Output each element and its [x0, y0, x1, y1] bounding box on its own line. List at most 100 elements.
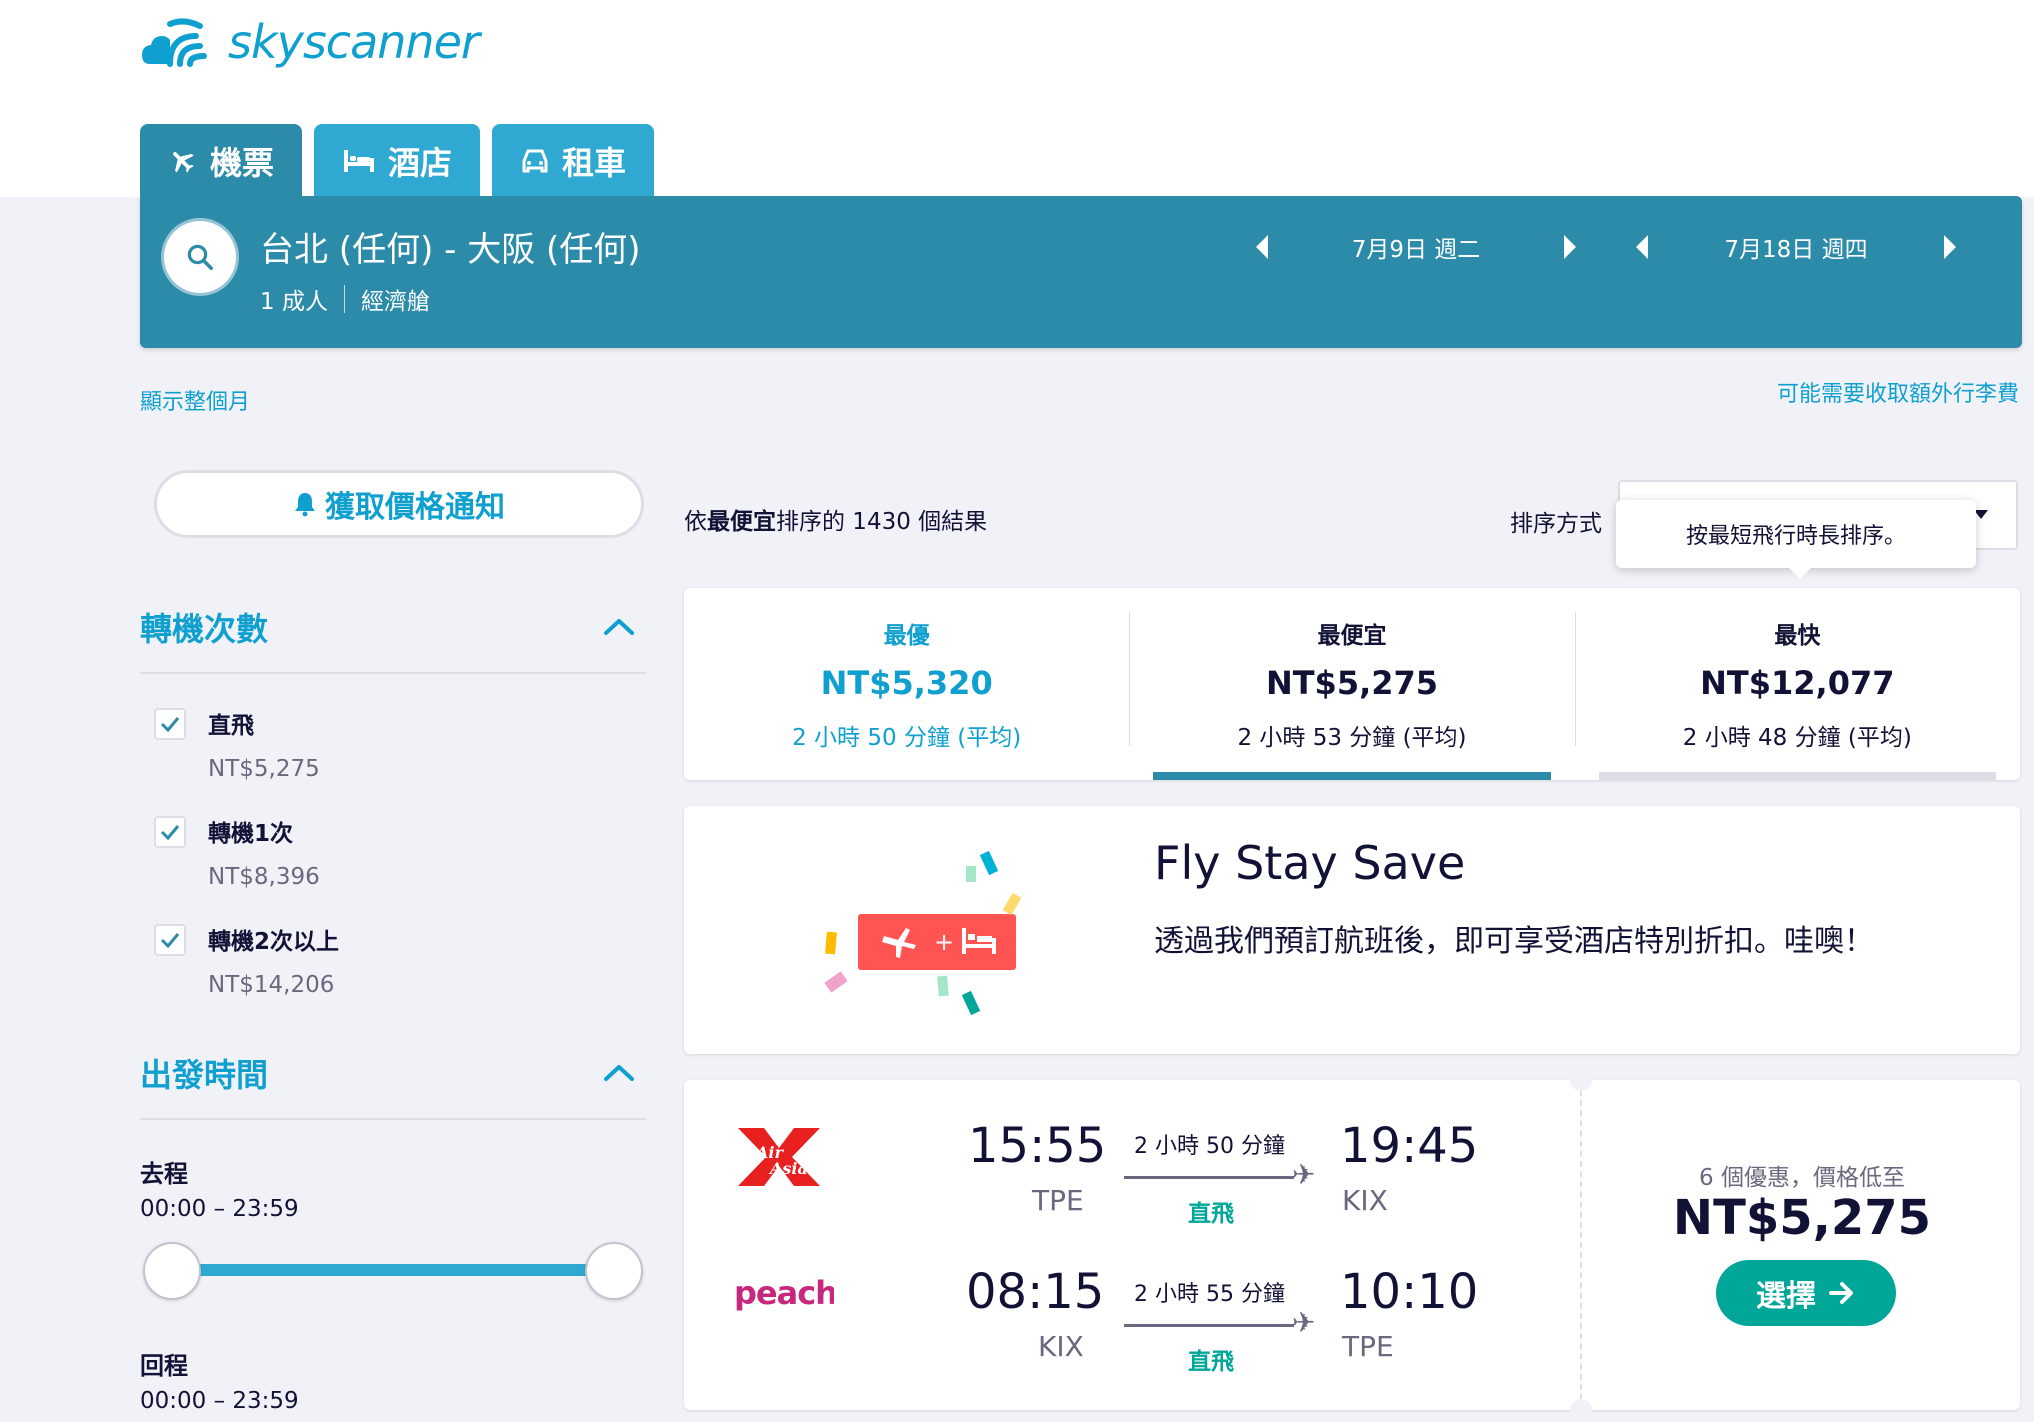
arrival-airport: TPE: [1342, 1330, 1394, 1363]
chevron-up-icon[interactable]: [602, 1063, 636, 1083]
plane-icon: [173, 152, 194, 173]
times-filter-header[interactable]: 出發時間: [140, 1050, 646, 1120]
select-button[interactable]: 選擇: [1716, 1260, 1896, 1326]
tab-cars[interactable]: 租車: [492, 124, 655, 198]
results-count: 依最便宜排序的 1430 個結果: [684, 502, 987, 536]
checkmark-icon: [160, 933, 180, 948]
outbound-slider-track[interactable]: [172, 1264, 614, 1276]
option-label: 直飛: [208, 713, 254, 739]
summary-price: NT$5,275: [1265, 664, 1439, 702]
tab-flights[interactable]: 機票: [140, 124, 303, 198]
svg-text:+: +: [934, 928, 954, 956]
stops-filter-title: 轉機次數: [140, 610, 269, 648]
tab-hotels[interactable]: 酒店: [314, 124, 481, 198]
return-date[interactable]: 7月18日 週四: [1648, 230, 1944, 264]
summary-best[interactable]: 最優 NT$5,320 2 小時 50 分鐘 (平均): [684, 588, 1129, 780]
promo-subtitle: 透過我們預訂航班後，即可享受酒店特別折扣。哇噢！: [1154, 924, 1874, 959]
departure-airport: TPE: [1032, 1184, 1084, 1217]
hover-indicator: [1598, 772, 1996, 780]
summary-fastest[interactable]: 最快 NT$12,077 2 小時 48 分鐘 (平均): [1574, 588, 2020, 780]
flight-result-card[interactable]: Air Asia 15:55 TPE 2 小時 50 分鐘 ✈ 直飛 19:45…: [684, 1069, 2020, 1421]
option-price: NT$8,396: [208, 864, 320, 890]
summary-cheapest[interactable]: 最便宜 NT$5,275 2 小時 53 分鐘 (平均): [1129, 588, 1574, 780]
summary-title: 最優: [883, 623, 930, 649]
fly-stay-save-promo[interactable]: + Fly Stay Save 透過我們預訂航班後，即可享受酒店特別折扣。哇噢！: [684, 806, 2020, 1054]
checkbox-one-stop[interactable]: [154, 816, 186, 848]
divider: [343, 285, 345, 313]
outbound-label: 去程: [140, 1160, 188, 1188]
select-label: 選擇: [1756, 1279, 1816, 1314]
option-label: 轉機1次: [208, 821, 294, 847]
arrival-time: 10:10: [1340, 1264, 1479, 1320]
route-line: [1124, 1176, 1294, 1179]
search-button[interactable]: [164, 221, 236, 293]
airasia-logo-icon: Air Asia: [738, 1128, 820, 1186]
bed-icon: [344, 150, 375, 172]
sort-summary-tabs: 最優 NT$5,320 2 小時 50 分鐘 (平均) 最便宜 NT$5,275…: [684, 588, 2020, 780]
arrival-time: 19:45: [1340, 1118, 1479, 1174]
summary-price: NT$5,320: [820, 664, 993, 702]
results-count-suffix: 排序的 1430 個結果: [776, 509, 988, 535]
arrow-right-icon: [1829, 1282, 1853, 1304]
price-alert-button[interactable]: 獲取價格通知: [154, 470, 644, 538]
plane-icon: ✈: [1292, 1306, 1316, 1339]
svg-text:Asia: Asia: [768, 1159, 808, 1178]
baggage-fee-link[interactable]: 可能需要收取額外行李費: [1777, 376, 2019, 408]
search-icon: [187, 244, 213, 270]
stops-option-direct[interactable]: 直飛 NT$5,275: [154, 706, 320, 782]
times-filter-title: 出發時間: [140, 1056, 269, 1094]
tab-flights-label: 機票: [210, 144, 275, 182]
passenger-cabin[interactable]: 1 成人 經濟艙: [260, 282, 430, 316]
return-range: 00:00 – 23:59: [140, 1388, 299, 1414]
plane-icon: ✈: [1292, 1158, 1316, 1191]
vertical-tabs: 機票 酒店 租車: [140, 124, 655, 198]
search-summary-bar[interactable]: 台北 (任何) - 大阪 (任何) 1 成人 經濟艙 7月9日 週二 7月18日…: [140, 196, 2022, 348]
chevron-up-icon[interactable]: [602, 617, 636, 637]
depart-date[interactable]: 7月9日 週二: [1268, 230, 1564, 264]
outbound-slider-min-handle[interactable]: [143, 1242, 201, 1300]
checkbox-two-plus[interactable]: [154, 924, 186, 956]
selected-indicator: [1153, 772, 1551, 780]
option-label: 轉機2次以上: [208, 929, 340, 955]
outbound-slider-max-handle[interactable]: [585, 1242, 643, 1300]
peach-logo-icon: peach: [734, 1274, 834, 1312]
tab-cars-label: 租車: [562, 144, 627, 182]
price-alert-label: 獲取價格通知: [325, 490, 505, 525]
summary-title: 最快: [1774, 623, 1821, 649]
outbound-range: 00:00 – 23:59: [140, 1196, 299, 1222]
arrival-airport: KIX: [1342, 1184, 1388, 1217]
depart-date-picker: 7月9日 週二: [1256, 230, 1576, 264]
promo-title: Fly Stay Save: [1154, 836, 1466, 890]
skyscanner-logo[interactable]: skyscanner: [140, 14, 480, 70]
stops-option-two-plus[interactable]: 轉機2次以上 NT$14,206: [154, 922, 339, 998]
option-price: NT$14,206: [208, 972, 335, 998]
tab-hotels-label: 酒店: [388, 144, 453, 182]
stops-filter-header[interactable]: 轉機次數: [140, 604, 646, 674]
option-price: NT$5,275: [208, 756, 320, 782]
car-icon: [522, 149, 548, 173]
caret-down-icon: [1974, 510, 1988, 519]
flight-duration: 2 小時 50 分鐘: [1134, 1134, 1285, 1159]
return-next-arrow-icon[interactable]: [1944, 235, 1956, 259]
sort-tooltip: 按最短飛行時長排序。: [1616, 500, 1976, 579]
results-count-sort: 最便宜: [707, 509, 776, 535]
logo-text: skyscanner: [228, 15, 480, 69]
summary-duration: 2 小時 48 分鐘 (平均): [1682, 725, 1912, 751]
deals-count: 6 個優惠，價格低至: [1699, 1165, 1905, 1191]
depart-next-arrow-icon[interactable]: [1564, 235, 1576, 259]
checkbox-direct[interactable]: [154, 708, 186, 740]
departure-time: 15:55: [968, 1118, 1107, 1174]
summary-duration: 2 小時 50 分鐘 (平均): [792, 725, 1022, 751]
cloud-logo-icon: [142, 18, 207, 67]
results-count-prefix: 依: [684, 509, 707, 535]
depart-prev-arrow-icon[interactable]: [1256, 235, 1268, 259]
route-line: [1124, 1324, 1294, 1327]
ticket-notch-bottom: [1570, 1399, 1592, 1421]
stops-label: 直飛: [1188, 1349, 1234, 1375]
flight-hotel-illustration-icon: +: [824, 850, 1022, 1016]
route-text[interactable]: 台北 (任何) - 大阪 (任何): [260, 222, 641, 271]
return-prev-arrow-icon[interactable]: [1636, 235, 1648, 259]
summary-price: NT$12,077: [1700, 664, 1895, 702]
show-month-link[interactable]: 顯示整個月: [140, 384, 250, 416]
stops-option-one[interactable]: 轉機1次 NT$8,396: [154, 814, 320, 890]
